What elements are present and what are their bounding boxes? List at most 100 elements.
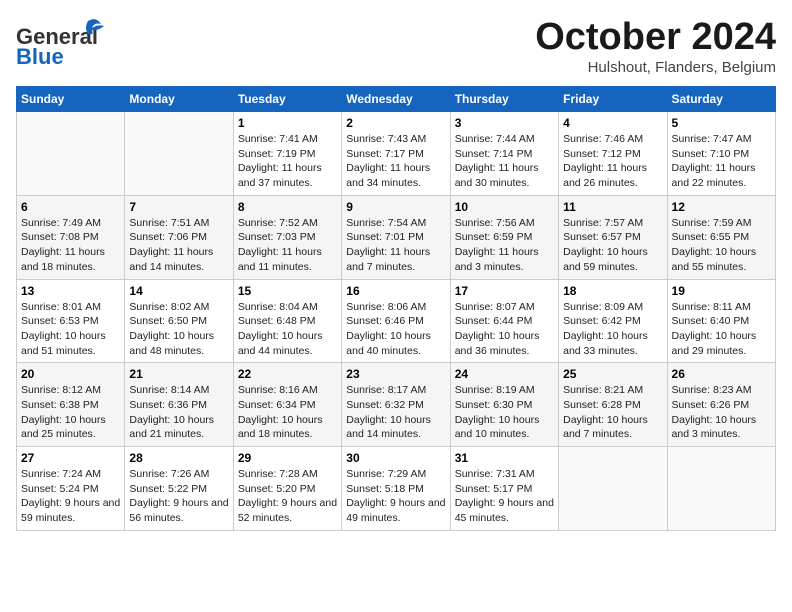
calendar-cell <box>559 447 667 531</box>
calendar-cell: 29Sunrise: 7:28 AM Sunset: 5:20 PM Dayli… <box>233 447 341 531</box>
calendar-cell: 12Sunrise: 7:59 AM Sunset: 6:55 PM Dayli… <box>667 195 775 279</box>
week-row-2: 6 Sunrise: 7:49 AM Sunset: 7:08 PM Daylig… <box>17 195 776 279</box>
calendar-cell: 23 Sunrise: 8:17 AM Sunset: 6:32 PM Dayli… <box>342 363 450 447</box>
calendar-cell: 27 Sunrise: 7:24 AM Sunset: 5:24 PM Dayli… <box>17 447 125 531</box>
weekday-header-row: SundayMondayTuesdayWednesdayThursdayFrid… <box>17 87 776 112</box>
day-number: 13 <box>21 284 120 298</box>
calendar-cell: 19 Sunrise: 8:11 AM Sunset: 6:40 PM Dayli… <box>667 279 775 363</box>
calendar-cell: 31 Sunrise: 7:31 AM Sunset: 5:17 PM Dayli… <box>450 447 558 531</box>
calendar-cell: 30Sunrise: 7:29 AM Sunset: 5:18 PM Dayli… <box>342 447 450 531</box>
weekday-header-thursday: Thursday <box>450 87 558 112</box>
day-info: Sunrise: 8:19 AM Sunset: 6:30 PM Dayligh… <box>455 383 554 442</box>
calendar-cell: 21Sunrise: 8:14 AM Sunset: 6:36 PM Dayli… <box>125 363 233 447</box>
weekday-header-sunday: Sunday <box>17 87 125 112</box>
logo: General Blue <box>16 16 106 66</box>
weekday-header-wednesday: Wednesday <box>342 87 450 112</box>
day-number: 29 <box>238 451 337 465</box>
day-info: Sunrise: 8:17 AM Sunset: 6:32 PM Dayligh… <box>346 383 445 442</box>
day-number: 21 <box>129 367 228 381</box>
day-info: Sunrise: 7:57 AM Sunset: 6:57 PM Dayligh… <box>563 216 662 275</box>
day-number: 9 <box>346 200 445 214</box>
week-row-4: 20 Sunrise: 8:12 AM Sunset: 6:38 PM Dayli… <box>17 363 776 447</box>
calendar-cell: 3Sunrise: 7:44 AM Sunset: 7:14 PM Daylig… <box>450 112 558 196</box>
day-info: Sunrise: 8:04 AM Sunset: 6:48 PM Dayligh… <box>238 300 337 359</box>
calendar-cell: 11Sunrise: 7:57 AM Sunset: 6:57 PM Dayli… <box>559 195 667 279</box>
day-info: Sunrise: 7:24 AM Sunset: 5:24 PM Dayligh… <box>21 467 120 526</box>
day-info: Sunrise: 7:46 AM Sunset: 7:12 PM Dayligh… <box>563 132 662 191</box>
day-info: Sunrise: 7:56 AM Sunset: 6:59 PM Dayligh… <box>455 216 554 275</box>
day-number: 20 <box>21 367 120 381</box>
day-number: 15 <box>238 284 337 298</box>
day-number: 28 <box>129 451 228 465</box>
location-subtitle: Hulshout, Flanders, Belgium <box>535 59 776 76</box>
day-info: Sunrise: 7:41 AM Sunset: 7:19 PM Dayligh… <box>238 132 337 191</box>
calendar-cell: 10 Sunrise: 7:56 AM Sunset: 6:59 PM Dayli… <box>450 195 558 279</box>
calendar-cell: 20 Sunrise: 8:12 AM Sunset: 6:38 PM Dayli… <box>17 363 125 447</box>
day-info: Sunrise: 7:47 AM Sunset: 7:10 PM Dayligh… <box>672 132 771 191</box>
day-info: Sunrise: 8:23 AM Sunset: 6:26 PM Dayligh… <box>672 383 771 442</box>
day-info: Sunrise: 7:52 AM Sunset: 7:03 PM Dayligh… <box>238 216 337 275</box>
day-number: 25 <box>563 367 662 381</box>
calendar-cell: 14Sunrise: 8:02 AM Sunset: 6:50 PM Dayli… <box>125 279 233 363</box>
day-info: Sunrise: 8:02 AM Sunset: 6:50 PM Dayligh… <box>129 300 228 359</box>
calendar-cell: 28 Sunrise: 7:26 AM Sunset: 5:22 PM Dayli… <box>125 447 233 531</box>
calendar-cell: 4 Sunrise: 7:46 AM Sunset: 7:12 PM Daylig… <box>559 112 667 196</box>
day-number: 4 <box>563 116 662 130</box>
week-row-3: 13Sunrise: 8:01 AM Sunset: 6:53 PM Dayli… <box>17 279 776 363</box>
day-info: Sunrise: 8:12 AM Sunset: 6:38 PM Dayligh… <box>21 383 120 442</box>
day-number: 18 <box>563 284 662 298</box>
day-number: 27 <box>21 451 120 465</box>
weekday-header-saturday: Saturday <box>667 87 775 112</box>
day-info: Sunrise: 7:49 AM Sunset: 7:08 PM Dayligh… <box>21 216 120 275</box>
calendar-cell: 5 Sunrise: 7:47 AM Sunset: 7:10 PM Daylig… <box>667 112 775 196</box>
calendar-cell: 2 Sunrise: 7:43 AM Sunset: 7:17 PM Daylig… <box>342 112 450 196</box>
month-title: October 2024 <box>535 16 776 59</box>
day-number: 2 <box>346 116 445 130</box>
calendar-cell: 22 Sunrise: 8:16 AM Sunset: 6:34 PM Dayli… <box>233 363 341 447</box>
day-info: Sunrise: 8:07 AM Sunset: 6:44 PM Dayligh… <box>455 300 554 359</box>
day-number: 31 <box>455 451 554 465</box>
day-number: 6 <box>21 200 120 214</box>
calendar-cell: 17 Sunrise: 8:07 AM Sunset: 6:44 PM Dayli… <box>450 279 558 363</box>
calendar-cell: 7Sunrise: 7:51 AM Sunset: 7:06 PM Daylig… <box>125 195 233 279</box>
calendar-cell: 1Sunrise: 7:41 AM Sunset: 7:19 PM Daylig… <box>233 112 341 196</box>
day-number: 26 <box>672 367 771 381</box>
calendar-cell: 24 Sunrise: 8:19 AM Sunset: 6:30 PM Dayli… <box>450 363 558 447</box>
day-number: 10 <box>455 200 554 214</box>
day-number: 17 <box>455 284 554 298</box>
weekday-header-monday: Monday <box>125 87 233 112</box>
weekday-header-tuesday: Tuesday <box>233 87 341 112</box>
day-number: 23 <box>346 367 445 381</box>
calendar-cell: 18 Sunrise: 8:09 AM Sunset: 6:42 PM Dayli… <box>559 279 667 363</box>
day-info: Sunrise: 8:11 AM Sunset: 6:40 PM Dayligh… <box>672 300 771 359</box>
day-info: Sunrise: 7:59 AM Sunset: 6:55 PM Dayligh… <box>672 216 771 275</box>
day-number: 24 <box>455 367 554 381</box>
page-header: General Blue October 2024 Hulshout, Flan… <box>16 16 776 76</box>
day-number: 5 <box>672 116 771 130</box>
day-info: Sunrise: 7:54 AM Sunset: 7:01 PM Dayligh… <box>346 216 445 275</box>
day-info: Sunrise: 8:16 AM Sunset: 6:34 PM Dayligh… <box>238 383 337 442</box>
day-info: Sunrise: 8:06 AM Sunset: 6:46 PM Dayligh… <box>346 300 445 359</box>
title-section: October 2024 Hulshout, Flanders, Belgium <box>535 16 776 76</box>
day-info: Sunrise: 7:43 AM Sunset: 7:17 PM Dayligh… <box>346 132 445 191</box>
calendar-cell <box>125 112 233 196</box>
calendar-cell: 6 Sunrise: 7:49 AM Sunset: 7:08 PM Daylig… <box>17 195 125 279</box>
day-number: 3 <box>455 116 554 130</box>
calendar-cell <box>667 447 775 531</box>
day-info: Sunrise: 8:09 AM Sunset: 6:42 PM Dayligh… <box>563 300 662 359</box>
calendar-cell: 13Sunrise: 8:01 AM Sunset: 6:53 PM Dayli… <box>17 279 125 363</box>
day-info: Sunrise: 7:26 AM Sunset: 5:22 PM Dayligh… <box>129 467 228 526</box>
day-info: Sunrise: 7:29 AM Sunset: 5:18 PM Dayligh… <box>346 467 445 526</box>
day-number: 16 <box>346 284 445 298</box>
day-number: 8 <box>238 200 337 214</box>
calendar-cell: 16 Sunrise: 8:06 AM Sunset: 6:46 PM Dayli… <box>342 279 450 363</box>
week-row-1: 1Sunrise: 7:41 AM Sunset: 7:19 PM Daylig… <box>17 112 776 196</box>
week-row-5: 27 Sunrise: 7:24 AM Sunset: 5:24 PM Dayli… <box>17 447 776 531</box>
calendar-cell: 26 Sunrise: 8:23 AM Sunset: 6:26 PM Dayli… <box>667 363 775 447</box>
day-number: 22 <box>238 367 337 381</box>
weekday-header-friday: Friday <box>559 87 667 112</box>
calendar-cell <box>17 112 125 196</box>
calendar-cell: 8 Sunrise: 7:52 AM Sunset: 7:03 PM Daylig… <box>233 195 341 279</box>
day-number: 19 <box>672 284 771 298</box>
day-info: Sunrise: 7:31 AM Sunset: 5:17 PM Dayligh… <box>455 467 554 526</box>
